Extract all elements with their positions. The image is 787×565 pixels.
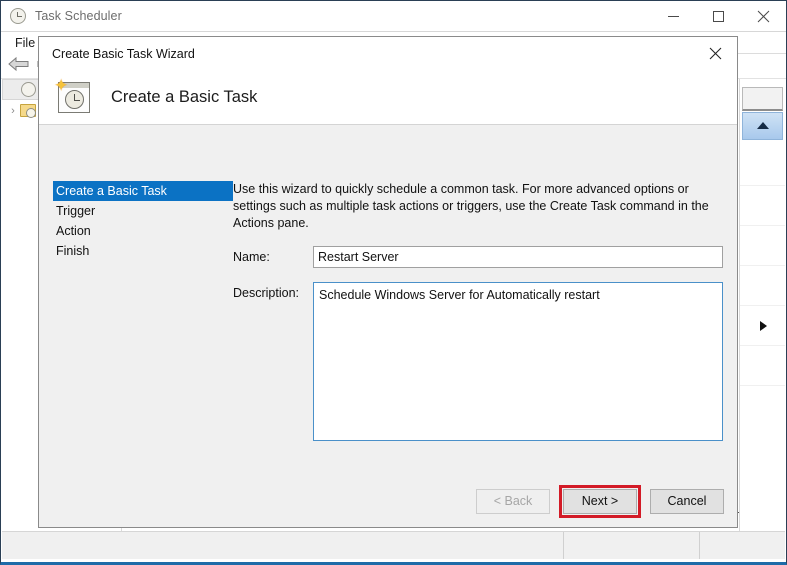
actions-pane-selected-row[interactable] (742, 112, 783, 140)
list-item[interactable] (740, 306, 785, 346)
wizard-content: Use this wizard to quickly schedule a co… (233, 181, 723, 441)
description-input[interactable] (313, 282, 723, 441)
name-field-row: Name: (233, 246, 723, 268)
next-button[interactable]: Next > (563, 489, 637, 514)
description-field-row: Description: (233, 282, 723, 441)
wizard-steps-list: Create a Basic Task Trigger Action Finis… (53, 181, 233, 261)
wizard-intro-text: Use this wizard to quickly schedule a co… (233, 181, 715, 232)
statusbar-cell-1 (2, 532, 563, 559)
window-caption-buttons (651, 1, 786, 32)
list-item[interactable] (740, 266, 785, 306)
wizard-header-title: Create a Basic Task (111, 88, 257, 107)
wizard-footer: < Back Next > Cancel (39, 475, 737, 527)
wizard-body: Create a Basic Task Trigger Action Finis… (39, 125, 737, 475)
name-input[interactable] (313, 246, 723, 268)
back-arrow-icon[interactable] (8, 56, 30, 77)
close-button[interactable] (741, 1, 786, 32)
create-task-icon: ✦ (53, 78, 93, 116)
name-label: Name: (233, 246, 313, 268)
description-label: Description: (233, 282, 313, 441)
actions-pane (739, 79, 785, 531)
list-item[interactable] (740, 186, 785, 226)
wizard-header: ✦ Create a Basic Task (39, 70, 737, 125)
wizard-titlebar: Create Basic Task Wizard (39, 37, 737, 70)
window-title: Task Scheduler (35, 9, 122, 23)
list-item[interactable] (740, 346, 785, 386)
create-basic-task-wizard-dialog: Create Basic Task Wizard ✦ Create a Basi… (38, 36, 738, 528)
list-item[interactable] (740, 146, 785, 186)
window-titlebar: Task Scheduler (1, 1, 786, 32)
wizard-step-action[interactable]: Action (53, 221, 233, 241)
triangle-right-icon[interactable] (760, 321, 767, 331)
wizard-title: Create Basic Task Wizard (52, 47, 195, 61)
cancel-button[interactable]: Cancel (650, 489, 724, 514)
statusbar-cell-3 (700, 532, 785, 559)
clock-icon (10, 8, 27, 25)
wizard-step-create-a-basic-task[interactable]: Create a Basic Task (53, 181, 233, 201)
actions-pane-header (742, 87, 783, 111)
chevron-right-icon[interactable]: › (6, 105, 20, 117)
minimize-button[interactable] (651, 1, 696, 32)
clock-icon (21, 82, 36, 97)
back-button[interactable]: < Back (476, 489, 550, 514)
list-item[interactable] (740, 226, 785, 266)
wizard-step-trigger[interactable]: Trigger (53, 201, 233, 221)
actions-pane-rows (740, 146, 785, 386)
wizard-close-button[interactable] (693, 37, 737, 70)
statusbar-cell-2 (564, 532, 699, 559)
next-button-highlight: Next > (559, 485, 641, 518)
folder-clock-icon (20, 104, 36, 117)
statusbar (2, 531, 785, 559)
maximize-button[interactable] (696, 1, 741, 32)
triangle-up-icon[interactable] (756, 117, 770, 135)
wizard-step-finish[interactable]: Finish (53, 241, 233, 261)
